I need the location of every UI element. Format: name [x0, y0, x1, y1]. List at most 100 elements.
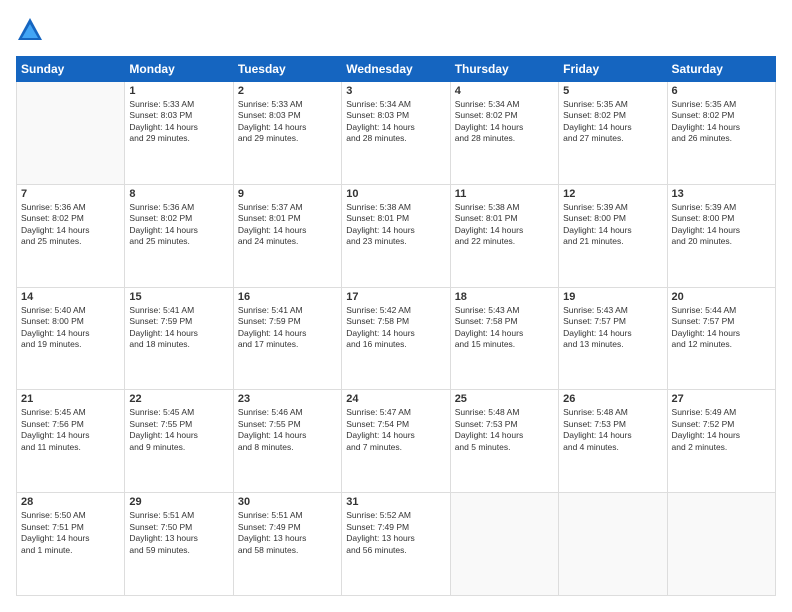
day-number: 21 — [21, 393, 120, 405]
day-cell: 10Sunrise: 5:38 AM Sunset: 8:01 PM Dayli… — [342, 184, 450, 287]
day-info: Sunrise: 5:47 AM Sunset: 7:54 PM Dayligh… — [346, 407, 445, 453]
day-info: Sunrise: 5:39 AM Sunset: 8:00 PM Dayligh… — [563, 202, 662, 248]
day-cell: 24Sunrise: 5:47 AM Sunset: 7:54 PM Dayli… — [342, 390, 450, 493]
day-cell: 15 Sunrise: 5:41 AM Sunset: 7:59 PM Dayli… — [125, 287, 233, 390]
day-info: Sunrise: 5:52 AM Sunset: 7:49 PM Dayligh… — [346, 510, 445, 556]
day-cell: 22Sunrise: 5:45 AM Sunset: 7:55 PM Dayli… — [125, 390, 233, 493]
day-info: Sunrise: 5:48 AM Sunset: 7:53 PM Dayligh… — [563, 407, 662, 453]
day-cell: 21 Sunrise: 5:45 AM Sunset: 7:56 PM Dayli… — [17, 390, 125, 493]
day-info: Sunrise: 5:42 AM Sunset: 7:58 PM Dayligh… — [346, 305, 445, 351]
day-info: Sunrise: 5:38 AM Sunset: 8:01 PM Dayligh… — [455, 202, 554, 248]
day-cell: 11 Sunrise: 5:38 AM Sunset: 8:01 PM Dayli… — [450, 184, 558, 287]
day-cell: 28 Sunrise: 5:50 AM Sunset: 7:51 PM Dayli… — [17, 493, 125, 596]
day-cell: 20 Sunrise: 5:44 AM Sunset: 7:57 PM Dayli… — [667, 287, 775, 390]
day-info: Sunrise: 5:46 AM Sunset: 7:55 PM Dayligh… — [238, 407, 337, 453]
day-info: Sunrise: 5:40 AM Sunset: 8:00 PM Dayligh… — [21, 305, 120, 351]
week-row-3: 21 Sunrise: 5:45 AM Sunset: 7:56 PM Dayli… — [17, 390, 776, 493]
day-cell: 13Sunrise: 5:39 AM Sunset: 8:00 PM Dayli… — [667, 184, 775, 287]
day-number: 14 — [21, 291, 120, 303]
day-number: 3 — [346, 85, 445, 97]
logo-icon — [16, 16, 44, 44]
calendar-table: SundayMondayTuesdayWednesdayThursdayFrid… — [16, 56, 776, 596]
header-cell-thursday: Thursday — [450, 57, 558, 82]
header-cell-wednesday: Wednesday — [342, 57, 450, 82]
day-cell — [450, 493, 558, 596]
day-cell: 23 Sunrise: 5:46 AM Sunset: 7:55 PM Dayli… — [233, 390, 341, 493]
day-number: 11 — [455, 188, 554, 200]
day-number: 9 — [238, 188, 337, 200]
week-row-1: 7 Sunrise: 5:36 AM Sunset: 8:02 PM Daylig… — [17, 184, 776, 287]
day-number: 27 — [672, 393, 771, 405]
day-info: Sunrise: 5:33 AM Sunset: 8:03 PM Dayligh… — [238, 99, 337, 145]
day-info: Sunrise: 5:45 AM Sunset: 7:56 PM Dayligh… — [21, 407, 120, 453]
day-cell — [17, 82, 125, 185]
day-number: 4 — [455, 85, 554, 97]
day-info: Sunrise: 5:45 AM Sunset: 7:55 PM Dayligh… — [129, 407, 228, 453]
day-number: 31 — [346, 496, 445, 508]
day-number: 12 — [563, 188, 662, 200]
day-cell: 5 Sunrise: 5:35 AM Sunset: 8:02 PM Daylig… — [559, 82, 667, 185]
day-info: Sunrise: 5:39 AM Sunset: 8:00 PM Dayligh… — [672, 202, 771, 248]
day-number: 7 — [21, 188, 120, 200]
day-info: Sunrise: 5:36 AM Sunset: 8:02 PM Dayligh… — [129, 202, 228, 248]
day-cell: 3 Sunrise: 5:34 AM Sunset: 8:03 PM Daylig… — [342, 82, 450, 185]
day-cell: 8 Sunrise: 5:36 AM Sunset: 8:02 PM Daylig… — [125, 184, 233, 287]
day-info: Sunrise: 5:38 AM Sunset: 8:01 PM Dayligh… — [346, 202, 445, 248]
header-cell-friday: Friday — [559, 57, 667, 82]
day-cell: 26 Sunrise: 5:48 AM Sunset: 7:53 PM Dayli… — [559, 390, 667, 493]
day-number: 26 — [563, 393, 662, 405]
day-number: 29 — [129, 496, 228, 508]
day-number: 18 — [455, 291, 554, 303]
calendar-header: SundayMondayTuesdayWednesdayThursdayFrid… — [17, 57, 776, 82]
day-info: Sunrise: 5:35 AM Sunset: 8:02 PM Dayligh… — [672, 99, 771, 145]
day-cell: 30 Sunrise: 5:51 AM Sunset: 7:49 PM Dayli… — [233, 493, 341, 596]
day-number: 8 — [129, 188, 228, 200]
day-info: Sunrise: 5:43 AM Sunset: 7:58 PM Dayligh… — [455, 305, 554, 351]
day-cell: 17Sunrise: 5:42 AM Sunset: 7:58 PM Dayli… — [342, 287, 450, 390]
day-cell: 6 Sunrise: 5:35 AM Sunset: 8:02 PM Daylig… — [667, 82, 775, 185]
week-row-2: 14 Sunrise: 5:40 AM Sunset: 8:00 PM Dayli… — [17, 287, 776, 390]
day-cell: 1Sunrise: 5:33 AM Sunset: 8:03 PM Daylig… — [125, 82, 233, 185]
day-cell — [559, 493, 667, 596]
day-number: 23 — [238, 393, 337, 405]
day-info: Sunrise: 5:34 AM Sunset: 8:02 PM Dayligh… — [455, 99, 554, 145]
header-cell-sunday: Sunday — [17, 57, 125, 82]
day-cell: 25Sunrise: 5:48 AM Sunset: 7:53 PM Dayli… — [450, 390, 558, 493]
day-cell: 2 Sunrise: 5:33 AM Sunset: 8:03 PM Daylig… — [233, 82, 341, 185]
day-number: 20 — [672, 291, 771, 303]
day-info: Sunrise: 5:51 AM Sunset: 7:49 PM Dayligh… — [238, 510, 337, 556]
day-number: 15 — [129, 291, 228, 303]
day-number: 6 — [672, 85, 771, 97]
logo — [16, 16, 46, 44]
week-row-4: 28 Sunrise: 5:50 AM Sunset: 7:51 PM Dayli… — [17, 493, 776, 596]
day-cell: 18 Sunrise: 5:43 AM Sunset: 7:58 PM Dayli… — [450, 287, 558, 390]
header-cell-saturday: Saturday — [667, 57, 775, 82]
day-number: 30 — [238, 496, 337, 508]
day-number: 28 — [21, 496, 120, 508]
day-cell: 27Sunrise: 5:49 AM Sunset: 7:52 PM Dayli… — [667, 390, 775, 493]
week-row-0: 1 Sunrise: 5:33 AM Sunset: 8:03 PM Daylig… — [17, 82, 776, 185]
day-cell: 31 Sunrise: 5:52 AM Sunset: 7:49 PM Dayli… — [342, 493, 450, 596]
calendar-body: 1 Sunrise: 5:33 AM Sunset: 8:03 PM Daylig… — [17, 82, 776, 596]
header — [16, 16, 776, 44]
day-info: Sunrise: 5:50 AM Sunset: 7:51 PM Dayligh… — [21, 510, 120, 556]
day-info: Sunrise: 5:43 AM Sunset: 7:57 PM Dayligh… — [563, 305, 662, 351]
day-number: 1 — [129, 85, 228, 97]
day-cell: 7Sunrise: 5:36 AM Sunset: 8:02 PM Daylig… — [17, 184, 125, 287]
day-cell — [667, 493, 775, 596]
day-number: 25 — [455, 393, 554, 405]
day-cell: 12 Sunrise: 5:39 AM Sunset: 8:00 PM Dayli… — [559, 184, 667, 287]
day-info: Sunrise: 5:37 AM Sunset: 8:01 PM Dayligh… — [238, 202, 337, 248]
day-info: Sunrise: 5:35 AM Sunset: 8:02 PM Dayligh… — [563, 99, 662, 145]
day-number: 16 — [238, 291, 337, 303]
day-number: 2 — [238, 85, 337, 97]
header-row: SundayMondayTuesdayWednesdayThursdayFrid… — [17, 57, 776, 82]
day-info: Sunrise: 5:34 AM Sunset: 8:03 PM Dayligh… — [346, 99, 445, 145]
day-cell: 14 Sunrise: 5:40 AM Sunset: 8:00 PM Dayli… — [17, 287, 125, 390]
day-number: 5 — [563, 85, 662, 97]
day-number: 19 — [563, 291, 662, 303]
day-cell: 19 Sunrise: 5:43 AM Sunset: 7:57 PM Dayli… — [559, 287, 667, 390]
day-info: Sunrise: 5:44 AM Sunset: 7:57 PM Dayligh… — [672, 305, 771, 351]
day-info: Sunrise: 5:41 AM Sunset: 7:59 PM Dayligh… — [129, 305, 228, 351]
day-cell: 29Sunrise: 5:51 AM Sunset: 7:50 PM Dayli… — [125, 493, 233, 596]
